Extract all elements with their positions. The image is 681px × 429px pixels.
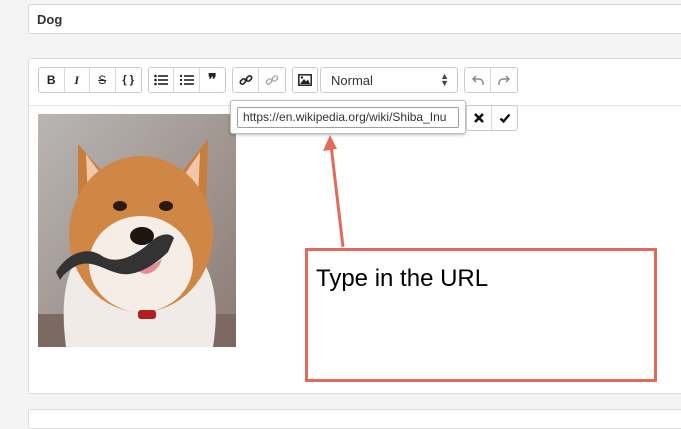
redo-icon	[498, 75, 510, 85]
link-icon	[238, 74, 253, 86]
blockquote-button[interactable]: ❞	[200, 68, 225, 92]
confirm-link-button[interactable]	[492, 106, 517, 130]
ordered-list-button[interactable]	[174, 68, 200, 92]
unordered-list-button[interactable]	[149, 68, 175, 92]
history-group	[464, 67, 518, 93]
link-url-popup: https://en.wikipedia.org/wiki/Shiba_Inu	[230, 100, 466, 134]
unlink-icon	[265, 75, 279, 85]
link-group	[232, 67, 286, 93]
next-field[interactable]	[28, 409, 681, 429]
close-icon	[474, 113, 484, 123]
unlink-button[interactable]	[259, 68, 285, 92]
cancel-link-button[interactable]	[467, 106, 493, 130]
url-input[interactable]: https://en.wikipedia.org/wiki/Shiba_Inu	[237, 107, 459, 128]
insert-image-button[interactable]	[293, 68, 317, 92]
italic-button[interactable]: I	[65, 68, 90, 92]
image-group	[292, 67, 318, 93]
checkmark-icon	[499, 113, 510, 124]
paragraph-format-select[interactable]: Normal ▲ ▼	[320, 67, 458, 93]
strikethrough-button[interactable]: S	[90, 68, 116, 92]
link-button[interactable]	[233, 68, 259, 92]
redo-button[interactable]	[491, 68, 517, 92]
title-input[interactable]: Dog	[28, 4, 681, 34]
shiba-inu-photo	[38, 114, 236, 347]
select-arrows-icon: ▲ ▼	[440, 71, 449, 88]
format-group: B I S { }	[38, 67, 142, 93]
image-icon	[298, 74, 312, 86]
unordered-list-icon	[154, 74, 169, 86]
undo-icon	[471, 75, 484, 85]
annotation-text: Type in the URL	[316, 265, 489, 292]
undo-button[interactable]	[465, 68, 491, 92]
format-select-value: Normal	[331, 73, 373, 88]
bold-button[interactable]: B	[39, 68, 65, 92]
ordered-list-icon	[179, 75, 194, 85]
annotation-callout: Type in the URL	[305, 248, 657, 382]
list-group: ❞	[148, 67, 226, 93]
annotation-arrow	[323, 135, 345, 248]
code-button[interactable]: { }	[116, 68, 141, 92]
dog-image[interactable]	[38, 114, 236, 347]
link-actions	[466, 105, 518, 131]
